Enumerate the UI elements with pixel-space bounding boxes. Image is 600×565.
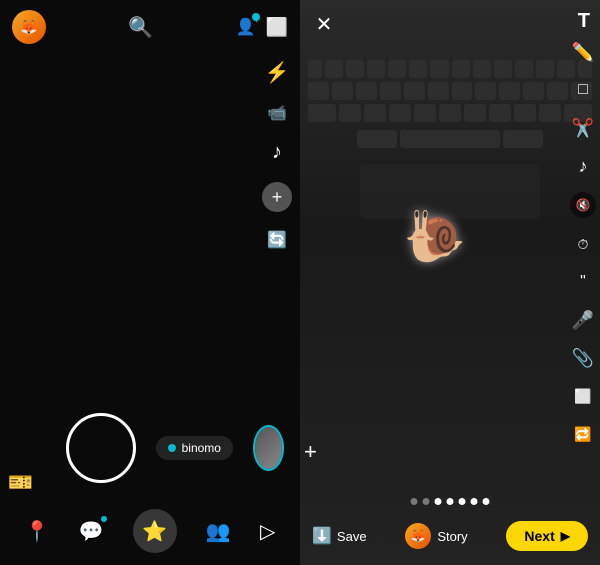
next-button[interactable]: Next ▶ bbox=[506, 521, 588, 551]
left-camera-panel: 🦊 🔍 👤 + ⬜ ⚡ 📹 ♪ + 🔄 🎫 binomo bbox=[0, 0, 300, 565]
mode-dot bbox=[168, 444, 176, 452]
friends-icon: 👥 bbox=[206, 519, 231, 544]
snap-nav-item[interactable]: ⭐ bbox=[133, 509, 177, 553]
music-tool-icon[interactable]: ♪ bbox=[571, 154, 595, 178]
map-icon: 📍 bbox=[25, 519, 50, 544]
mode-indicator: binomo bbox=[156, 436, 233, 460]
sticker-tool-icon[interactable]: □ bbox=[571, 78, 595, 102]
search-icon[interactable]: 🔍 bbox=[128, 15, 153, 40]
save-icon: ⬇️ bbox=[312, 526, 332, 546]
link-icon[interactable]: 📎 bbox=[571, 346, 595, 370]
gallery-thumbnail[interactable] bbox=[253, 425, 284, 471]
top-right-icons: 👤 + ⬜ bbox=[236, 17, 288, 38]
story-label: Story bbox=[437, 529, 467, 544]
dot-4 bbox=[447, 498, 454, 505]
snap-center-button[interactable]: ⭐ bbox=[133, 509, 177, 553]
save-label: Save bbox=[337, 529, 367, 544]
right-bottom-bar: ⬇️ Save 🦊 Story Next ▶ bbox=[300, 513, 600, 565]
friends-nav-item[interactable]: 👥 bbox=[206, 519, 231, 544]
timer-icon[interactable]: ⏱ bbox=[571, 232, 595, 256]
keyboard-visual bbox=[300, 0, 600, 565]
settings-icon[interactable]: ⬜ bbox=[266, 17, 288, 38]
story-avatar: 🦊 bbox=[405, 523, 431, 549]
discover-icon: ▷ bbox=[260, 519, 275, 544]
add-effect-button[interactable]: + bbox=[262, 182, 292, 212]
dot-6 bbox=[471, 498, 478, 505]
map-nav-item[interactable]: 📍 bbox=[25, 519, 50, 544]
dot-2 bbox=[423, 498, 430, 505]
quote-icon[interactable]: " bbox=[571, 270, 595, 294]
mute-icon: 🔇 bbox=[576, 198, 591, 212]
dot-1 bbox=[411, 498, 418, 505]
left-top-bar: 🦊 🔍 👤 + ⬜ bbox=[0, 0, 300, 50]
mute-button[interactable]: 🔇 bbox=[570, 192, 596, 218]
shutter-button[interactable] bbox=[66, 413, 136, 483]
bottom-navigation: 📍 💬 ⭐ 👥 ▷ bbox=[0, 501, 300, 565]
chevron-right-icon: ▶ bbox=[561, 529, 570, 543]
snail-sticker[interactable]: 🐌 bbox=[404, 208, 466, 267]
crop-icon[interactable]: ⬜ bbox=[571, 384, 595, 408]
camera-toolbar: ⚡ 📹 ♪ + 🔄 bbox=[254, 50, 300, 260]
add-friend-icon[interactable]: 👤 + bbox=[236, 17, 256, 37]
dot-7 bbox=[483, 498, 490, 505]
dot-3 bbox=[435, 498, 442, 505]
mic-icon[interactable]: 🎤 bbox=[571, 308, 595, 332]
right-top-bar: ✕ bbox=[300, 0, 600, 44]
next-label: Next bbox=[524, 528, 554, 544]
discover-nav-item[interactable]: ▷ bbox=[260, 519, 275, 544]
mode-text: binomo bbox=[182, 441, 221, 455]
text-tool-button[interactable]: T bbox=[578, 10, 590, 33]
capture-area: binomo bbox=[0, 403, 300, 493]
right-plus-button[interactable]: + bbox=[304, 439, 317, 465]
right-story-panel: 🐌 ✕ T ✏️ □ ✂️ ♪ 🔇 ⏱ " 🎤 📎 ⬜ 🔁 + ⬇️ bbox=[300, 0, 600, 565]
user-avatar[interactable]: 🦊 bbox=[12, 10, 46, 44]
dot-5 bbox=[459, 498, 466, 505]
chat-icon: 💬 bbox=[79, 519, 104, 544]
chat-nav-item[interactable]: 💬 bbox=[79, 519, 104, 544]
dots-indicator bbox=[411, 498, 490, 505]
flash-icon[interactable]: ⚡ bbox=[265, 60, 290, 85]
edit-toolbar: ✏️ □ ✂️ ♪ 🔇 ⏱ " 🎤 📎 ⬜ 🔁 bbox=[570, 40, 596, 446]
video-icon[interactable]: 📹 bbox=[267, 103, 287, 123]
music-icon[interactable]: ♪ bbox=[272, 141, 282, 164]
left-bottom: binomo 📍 💬 ⭐ 👥 ▷ bbox=[0, 403, 300, 565]
scissors-icon[interactable]: ✂️ bbox=[571, 116, 595, 140]
save-button[interactable]: ⬇️ Save bbox=[312, 526, 367, 546]
pencil-icon[interactable]: ✏️ bbox=[571, 40, 595, 64]
close-button[interactable]: ✕ bbox=[310, 10, 338, 38]
story-button[interactable]: 🦊 Story bbox=[405, 523, 467, 549]
chat-badge bbox=[101, 516, 107, 522]
snap-icon: ⭐ bbox=[142, 519, 167, 544]
loop-icon[interactable]: 🔁 bbox=[571, 422, 595, 446]
flip-camera-icon[interactable]: 🔄 bbox=[267, 230, 287, 250]
